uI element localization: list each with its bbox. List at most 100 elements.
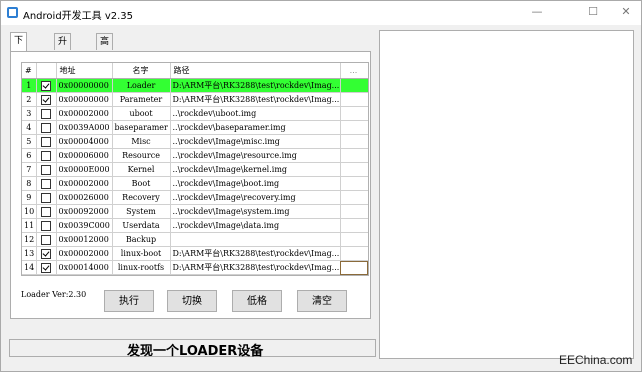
minimize-icon[interactable]: — — [522, 1, 552, 25]
row-path[interactable]: ..\rockdev\Image\misc.img — [170, 134, 341, 149]
row-browse-cell[interactable] — [340, 120, 368, 135]
row-name[interactable]: linux-rootfs — [112, 260, 171, 275]
row-checkbox[interactable] — [41, 122, 51, 133]
erase-button[interactable]: 低格 — [232, 290, 282, 312]
row-name[interactable]: System — [112, 204, 171, 219]
row-browse-cell[interactable] — [340, 232, 368, 247]
row-browse-cell[interactable] — [340, 78, 368, 93]
row-checkbox-cell[interactable] — [36, 218, 57, 233]
run-button[interactable]: 执行 — [104, 290, 154, 312]
row-checkbox-cell[interactable] — [36, 190, 57, 205]
row-address[interactable]: 0x00000000 — [56, 92, 113, 107]
row-path[interactable]: ..\rockdev\baseparamer.img — [170, 120, 341, 135]
table-row[interactable]: 12 0x00012000 Backup — [22, 232, 368, 247]
row-name[interactable]: Backup — [112, 232, 171, 247]
row-checkbox-cell[interactable] — [36, 134, 57, 149]
row-name[interactable]: Misc — [112, 134, 171, 149]
table-row[interactable]: 1 0x00000000 Loader D:\ARM平台\RK3288\test\ro… — [22, 78, 368, 93]
col-header-index[interactable]: # — [22, 63, 37, 79]
row-name[interactable]: linux-boot — [112, 246, 171, 261]
row-address[interactable]: 0x00002000 — [56, 176, 113, 191]
table-row[interactable]: 13 0x00002000 linux-boot D:\ARM平台\RK3288\te… — [22, 246, 368, 261]
partition-table[interactable]: # 地址 名字 路径 ... 1 0x00000000 Loader D:\ARM平台… — [21, 62, 369, 276]
row-address[interactable]: 0x0039A000 — [56, 120, 113, 135]
row-path[interactable]: D:\ARM平台\RK3288\test\rockdev\Imag... — [170, 260, 341, 275]
row-browse-cell[interactable] — [340, 204, 368, 219]
row-path[interactable]: D:\ARM平台\RK3288\test\rockdev\Imag... — [170, 92, 341, 107]
table-row[interactable]: 14 0x00014000 linux-rootfs D:\ARM平台\RK3288\… — [22, 260, 368, 275]
row-browse-cell[interactable] — [340, 176, 368, 191]
row-checkbox-cell[interactable] — [36, 78, 57, 93]
row-path[interactable]: ..\rockdev\uboot.img — [170, 106, 341, 121]
table-row[interactable]: 3 0x00002000 uboot ..\rockdev\uboot.img — [22, 106, 368, 121]
row-checkbox[interactable] — [41, 178, 51, 189]
row-checkbox-cell[interactable] — [36, 176, 57, 191]
row-address[interactable]: 0x00004000 — [56, 134, 113, 149]
row-name[interactable]: Loader — [112, 78, 171, 93]
row-checkbox-cell[interactable] — [36, 148, 57, 163]
row-checkbox[interactable] — [41, 262, 51, 273]
row-name[interactable]: Kernel — [112, 162, 171, 177]
row-checkbox-cell[interactable] — [36, 162, 57, 177]
row-address[interactable]: 0x00006000 — [56, 148, 113, 163]
row-browse-cell[interactable] — [340, 246, 368, 261]
row-address[interactable]: 0x00026000 — [56, 190, 113, 205]
row-checkbox[interactable] — [41, 164, 51, 175]
row-checkbox[interactable] — [41, 150, 51, 161]
col-header-path[interactable]: 路径 — [170, 63, 341, 79]
row-address[interactable]: 0x00012000 — [56, 232, 113, 247]
row-name[interactable]: Resource — [112, 148, 171, 163]
row-checkbox[interactable] — [41, 192, 51, 203]
log-panel[interactable] — [379, 30, 634, 359]
row-name[interactable]: Parameter — [112, 92, 171, 107]
tab-download-image[interactable]: 下载镜像 — [10, 32, 28, 94]
switch-button[interactable]: 切换 — [167, 290, 217, 312]
row-name[interactable]: uboot — [112, 106, 171, 121]
row-path[interactable] — [170, 232, 341, 247]
row-checkbox[interactable] — [41, 80, 51, 91]
col-header-address[interactable]: 地址 — [56, 63, 113, 79]
row-browse-cell[interactable] — [340, 148, 368, 163]
table-row[interactable]: 6 0x00006000 Resource ..\rockdev\Image\reso… — [22, 148, 368, 163]
row-path[interactable]: D:\ARM平台\RK3288\test\rockdev\Imag... — [170, 78, 341, 93]
row-checkbox[interactable] — [41, 94, 51, 105]
close-icon[interactable]: ✕ — [611, 1, 641, 25]
row-checkbox[interactable] — [41, 108, 51, 119]
row-browse-cell[interactable] — [340, 134, 368, 149]
row-checkbox-cell[interactable] — [36, 232, 57, 247]
row-browse-cell[interactable] — [340, 162, 368, 177]
row-browse-cell[interactable] — [340, 260, 368, 275]
clear-button[interactable]: 清空 — [297, 290, 347, 312]
table-row[interactable]: 10 0x00092000 System ..\rockdev\Image\syste… — [22, 204, 368, 219]
row-browse-cell[interactable] — [340, 92, 368, 107]
row-browse-cell[interactable] — [340, 190, 368, 205]
row-checkbox-cell[interactable] — [36, 204, 57, 219]
col-header-browse[interactable]: ... — [340, 63, 368, 79]
table-row[interactable]: 2 0x00000000 Parameter D:\ARM平台\RK3288\test… — [22, 92, 368, 107]
row-address[interactable]: 0x0039C000 — [56, 218, 113, 233]
row-address[interactable]: 0x00002000 — [56, 106, 113, 121]
row-path[interactable]: ..\rockdev\Image\resource.img — [170, 148, 341, 163]
maximize-icon[interactable]: ☐ — [578, 1, 608, 25]
table-row[interactable]: 5 0x00004000 Misc ..\rockdev\Image\misc.img — [22, 134, 368, 149]
row-checkbox[interactable] — [41, 220, 51, 231]
table-row[interactable]: 8 0x00002000 Boot ..\rockdev\Image\boot.img — [22, 176, 368, 191]
row-checkbox-cell[interactable] — [36, 106, 57, 121]
table-row[interactable]: 7 0x0000E000 Kernel ..\rockdev\Image\kernel… — [22, 162, 368, 177]
row-address[interactable]: 0x00014000 — [56, 260, 113, 275]
row-path[interactable]: ..\rockdev\Image\boot.img — [170, 176, 341, 191]
row-browse-cell[interactable] — [340, 218, 368, 233]
row-path[interactable]: D:\ARM平台\RK3288\test\rockdev\Imag... — [170, 246, 341, 261]
row-checkbox[interactable] — [41, 248, 51, 259]
row-checkbox[interactable] — [41, 206, 51, 217]
row-address[interactable]: 0x0000E000 — [56, 162, 113, 177]
row-name[interactable]: baseparamer — [112, 120, 171, 135]
row-checkbox-cell[interactable] — [36, 92, 57, 107]
tab-upgrade-firmware[interactable]: 升级固件 — [54, 33, 72, 95]
table-row[interactable]: 11 0x0039C000 Userdata ..\rockdev\Image\dat… — [22, 218, 368, 233]
col-header-check[interactable] — [36, 63, 57, 79]
row-checkbox-cell[interactable] — [36, 260, 57, 275]
row-checkbox-cell[interactable] — [36, 246, 57, 261]
row-browse-cell[interactable] — [340, 106, 368, 121]
row-path[interactable]: ..\rockdev\Image\system.img — [170, 204, 341, 219]
